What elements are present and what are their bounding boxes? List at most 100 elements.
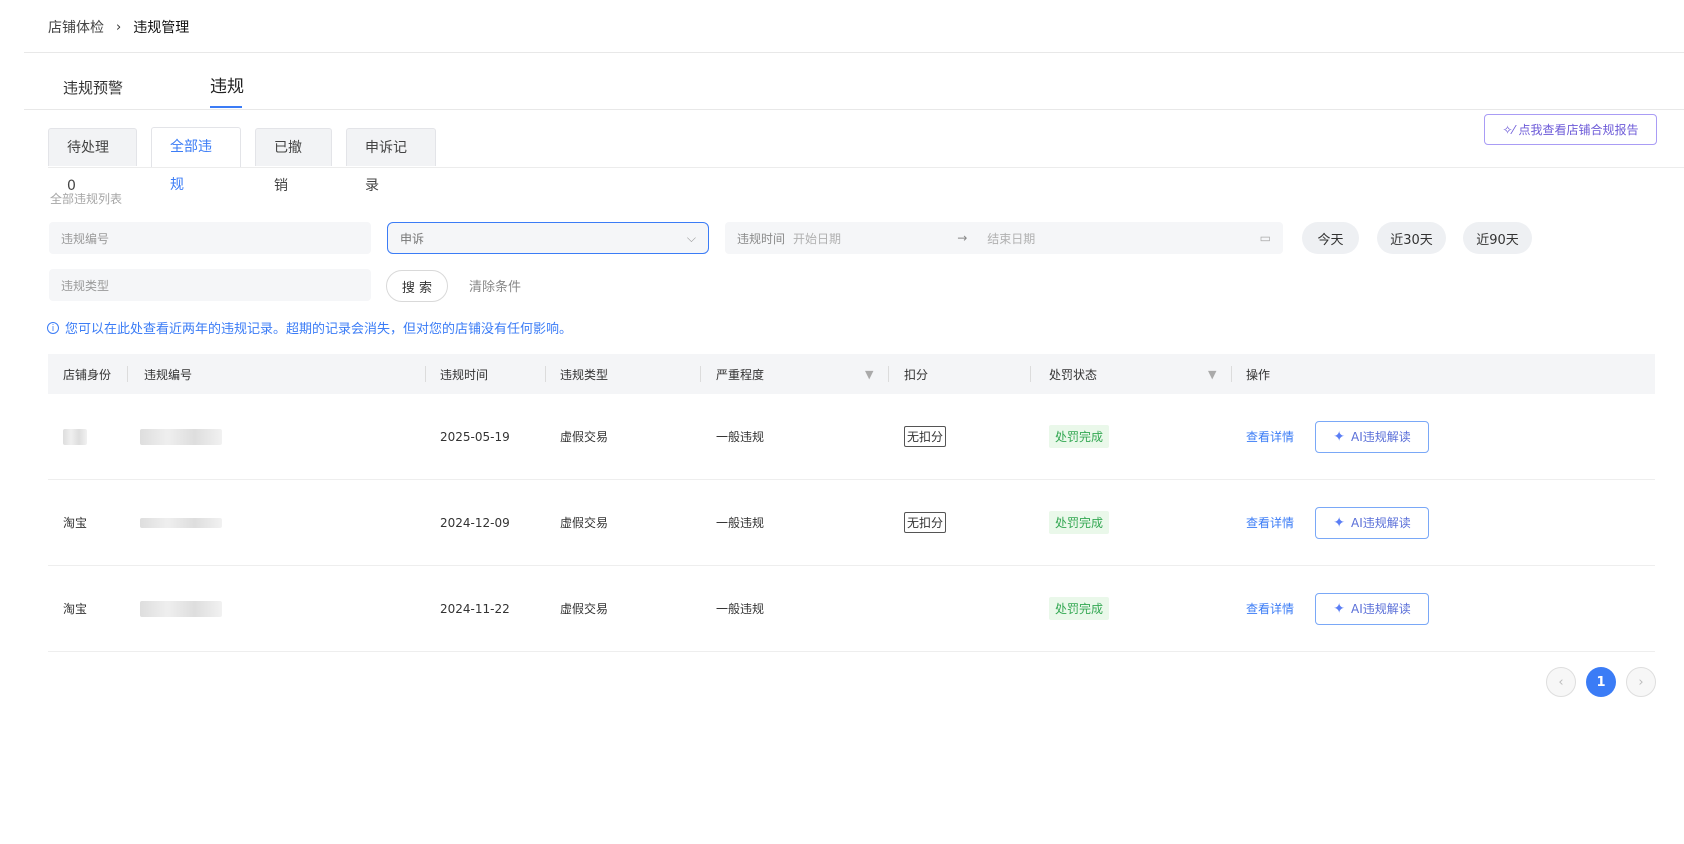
column-header-violation-no: 违规编号 [144, 367, 193, 382]
ai-interpret-button[interactable]: ✦ AI违规解读 [1315, 592, 1430, 625]
score-tag: 无扣分 [904, 512, 947, 533]
status-badge: 处罚完成 [1049, 425, 1110, 448]
score-tag: 无扣分 [904, 426, 947, 447]
subtab-revoked[interactable]: 已撤销 [255, 128, 332, 194]
column-divider [1030, 366, 1031, 382]
column-divider [127, 366, 128, 382]
quick-range-30-days[interactable]: 近30天 [1377, 222, 1446, 254]
sparkle-icon: ✦ [1333, 600, 1345, 617]
view-detail-link[interactable]: 查看详情 [1246, 514, 1294, 531]
compliance-report-label: 点我查看店铺合规报告 [1518, 123, 1639, 137]
search-button[interactable]: 搜 索 [386, 270, 448, 302]
table-header: 店铺身份 违规编号 违规时间 违规类型 严重程度 ▼ 扣分 处罚状态 ▼ 操作 [48, 354, 1655, 394]
appeal-select[interactable]: 申诉 ⌵ [387, 222, 709, 254]
type-cell: 虚假交易 [560, 430, 609, 444]
violation-no-cell [140, 394, 222, 479]
clear-filters-link[interactable]: 清除条件 [469, 276, 521, 295]
end-date-placeholder: 结束日期 [987, 231, 1036, 246]
column-header-actions: 操作 [1246, 367, 1271, 382]
chevron-right-icon: › [116, 19, 122, 35]
score-cell: 无扣分 [904, 480, 947, 565]
chevron-down-icon: ⌵ [686, 230, 696, 245]
ai-interpret-button[interactable]: ✦ AI违规解读 [1315, 420, 1430, 453]
ai-interpret-label: AI违规解读 [1351, 602, 1411, 616]
ai-interpret-button[interactable]: ✦ AI违规解读 [1315, 506, 1430, 539]
start-date-placeholder: 开始日期 [793, 231, 842, 246]
severity-cell: 一般违规 [716, 516, 765, 530]
subtab-appeal-records[interactable]: 申诉记录 [346, 128, 436, 194]
violation-no-cell [140, 566, 222, 651]
store-identity-cell [63, 394, 87, 479]
quick-range-today[interactable]: 今天 [1302, 222, 1359, 254]
actions-cell: 查看详情 ✦ AI违规解读 [1246, 566, 1430, 651]
severity-cell: 一般违规 [716, 430, 765, 444]
blurred-violation-no [140, 428, 222, 445]
view-detail-link[interactable]: 查看详情 [1246, 428, 1294, 445]
pagination-next-button[interactable]: › [1626, 667, 1656, 697]
status-cell: 处罚完成 [1049, 394, 1110, 479]
blurred-violation-no [140, 600, 222, 617]
blurred-store-name [63, 428, 87, 445]
column-header-date: 违规时间 [440, 367, 489, 382]
tab-violation[interactable]: 违规 [210, 75, 244, 99]
date-cell: 2024-12-09 [440, 515, 510, 530]
ai-interpret-label: AI违规解读 [1351, 516, 1411, 530]
violation-type-placeholder: 违规类型 [61, 278, 110, 293]
sparkle-icon: ✦ [1333, 428, 1345, 445]
tabs-divider [24, 109, 1684, 110]
pagination-page-1[interactable]: 1 [1586, 667, 1616, 697]
violation-type-input[interactable]: 违规类型 [49, 269, 371, 301]
column-divider [888, 366, 889, 382]
pagination-prev-button[interactable]: ‹ [1546, 667, 1576, 697]
status-cell: 处罚完成 [1049, 566, 1110, 651]
type-cell: 虚假交易 [560, 516, 609, 530]
table-row: 淘宝 2024-12-09 虚假交易 一般违规 无扣分 处罚完成 查看详情 ✦ … [48, 480, 1655, 566]
store-identity-cell: 淘宝 [63, 516, 88, 530]
column-divider [545, 366, 546, 382]
quick-range-90-days[interactable]: 近90天 [1463, 222, 1532, 254]
view-detail-link[interactable]: 查看详情 [1246, 600, 1294, 617]
violations-table: 店铺身份 违规编号 违规时间 违规类型 严重程度 ▼ 扣分 处罚状态 ▼ 操作 … [48, 354, 1655, 652]
column-header-store: 店铺身份 [63, 367, 112, 382]
filter-icon[interactable]: ▼ [865, 368, 873, 381]
calendar-icon: ▭ [1259, 231, 1271, 245]
active-tab-indicator [210, 106, 242, 108]
type-cell: 虚假交易 [560, 602, 609, 616]
section-title: 全部违规列表 [50, 192, 123, 206]
date-cell: 2024-11-22 [440, 601, 510, 616]
compliance-report-button[interactable]: ✧⁄ 点我查看店铺合规报告 [1484, 114, 1657, 145]
appeal-select-value: 申诉 [400, 231, 425, 246]
sparkle-icon: ✦ [1333, 514, 1345, 531]
subtab-pending[interactable]: 待处理 0 [48, 128, 137, 194]
header-divider [24, 52, 1684, 53]
column-header-severity: 严重程度 [716, 367, 765, 382]
severity-cell: 一般违规 [716, 602, 765, 616]
status-badge: 处罚完成 [1049, 511, 1110, 534]
arrow-right-icon: → [957, 231, 968, 245]
table-row: 淘宝 2024-11-22 虚假交易 一般违规 处罚完成 查看详情 ✦ AI违规… [48, 566, 1655, 652]
info-icon: i [47, 321, 59, 334]
status-cell: 处罚完成 [1049, 480, 1110, 565]
notice-banner: i 您可以在此处查看近两年的违规记录。超期的记录会消失，但对您的店铺没有任何影响… [47, 318, 572, 337]
column-header-type: 违规类型 [560, 367, 609, 382]
status-badge: 处罚完成 [1049, 597, 1110, 620]
tab-violation-warning[interactable]: 违规预警 [63, 76, 123, 100]
ai-interpret-label: AI违规解读 [1351, 430, 1411, 444]
score-cell: 无扣分 [904, 394, 947, 479]
actions-cell: 查看详情 ✦ AI违规解读 [1246, 394, 1430, 479]
breadcrumb-parent[interactable]: 店铺体检 [48, 17, 104, 37]
table-row: 2025-05-19 虚假交易 一般违规 无扣分 处罚完成 查看详情 ✦ AI违… [48, 394, 1655, 480]
subtab-all-violations[interactable]: 全部违规 [151, 127, 241, 193]
store-identity-cell: 淘宝 [63, 602, 88, 616]
column-divider [1231, 366, 1232, 382]
date-cell: 2025-05-19 [440, 429, 510, 444]
sparkle-wand-icon: ✧⁄ [1502, 122, 1515, 137]
breadcrumb-current: 违规管理 [133, 20, 190, 36]
filter-icon[interactable]: ▼ [1208, 368, 1216, 381]
blurred-violation-no [140, 517, 222, 528]
date-range-picker[interactable]: 违规时间 开始日期 → 结束日期 ▭ [725, 222, 1283, 254]
violation-no-input[interactable]: 违规编号 [49, 222, 371, 254]
violation-no-placeholder: 违规编号 [61, 231, 110, 246]
column-divider [425, 366, 426, 382]
violation-no-cell [140, 480, 222, 565]
